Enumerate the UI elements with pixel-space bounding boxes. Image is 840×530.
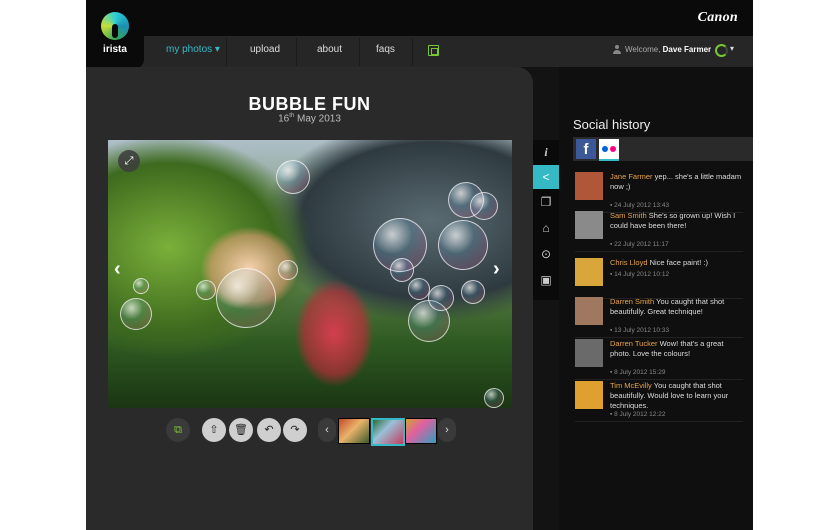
entry-author[interactable]: Darren Smith bbox=[610, 297, 654, 306]
bubble bbox=[428, 285, 454, 311]
bubble bbox=[196, 280, 216, 300]
avatar bbox=[575, 172, 603, 200]
welcome-prefix: Welcome, bbox=[625, 45, 661, 54]
facebook-icon[interactable]: f bbox=[576, 139, 596, 159]
gallery-icon[interactable] bbox=[428, 45, 439, 56]
entry-date-text: 8 July 2012 12:22 bbox=[614, 411, 666, 418]
social-history-title: Social history bbox=[573, 117, 651, 132]
filmstrip-thumb[interactable] bbox=[405, 418, 437, 444]
bubble bbox=[470, 192, 498, 220]
logo-text: irista bbox=[103, 44, 127, 55]
nav-divider bbox=[359, 38, 360, 66]
album-date: 16th May 2013 bbox=[86, 113, 533, 124]
nav-faqs[interactable]: faqs bbox=[376, 44, 395, 55]
bubble bbox=[484, 388, 504, 408]
entry-text: Jane Farmer yep... she's a little madam … bbox=[610, 172, 742, 192]
entry-text: Tim McEvilly You caught that shot beauti… bbox=[610, 381, 742, 411]
entry-date-text: 22 July 2012 11:17 bbox=[614, 241, 669, 248]
entry-author[interactable]: Chris Lloyd bbox=[610, 258, 648, 267]
entry-date: ▪ 14 July 2012 10:12 bbox=[610, 271, 669, 278]
entry-text: Darren Smith You caught that shot beauti… bbox=[610, 297, 742, 317]
bubble bbox=[408, 278, 430, 300]
bubble bbox=[120, 298, 152, 330]
entry-date: ▪ 24 July 2012 13:43 bbox=[610, 202, 669, 209]
entry-author[interactable]: Tim McEvilly bbox=[610, 381, 652, 390]
social-entry[interactable]: Jane Farmer yep... she's a little madam … bbox=[575, 172, 743, 213]
avatar bbox=[575, 211, 603, 239]
social-entry[interactable]: Darren Smith You caught that shot beauti… bbox=[575, 297, 743, 338]
copy-icon[interactable]: ❐ bbox=[533, 190, 559, 214]
delete-button[interactable]: 🗑 bbox=[229, 418, 253, 442]
social-entry[interactable]: Sam Smith She's so grown up! Wish I coul… bbox=[575, 211, 743, 252]
nav-upload[interactable]: upload bbox=[250, 44, 280, 55]
entry-date: ▪ 22 July 2012 11:17 bbox=[610, 241, 669, 248]
nav-divider bbox=[296, 38, 297, 66]
fullscreen-button[interactable]: ⤢ bbox=[118, 150, 140, 172]
welcome-text[interactable]: Welcome, Dave Farmer bbox=[625, 45, 711, 54]
upload-button[interactable]: ⇧ bbox=[202, 418, 226, 442]
entry-date: ▪ 8 July 2012 15:29 bbox=[610, 369, 665, 376]
canon-logo: Canon bbox=[697, 10, 738, 25]
entry-text: Darren Tucker Wow! that's a great photo.… bbox=[610, 339, 742, 359]
bubble bbox=[278, 260, 298, 280]
logo[interactable]: irista bbox=[86, 0, 144, 69]
rotate-right-button[interactable]: ↷ bbox=[283, 418, 307, 442]
entry-author[interactable]: Darren Tucker bbox=[610, 339, 658, 348]
nav-about[interactable]: about bbox=[317, 44, 342, 55]
next-photo-button[interactable]: › bbox=[493, 258, 500, 281]
bubble bbox=[461, 280, 485, 304]
bubble bbox=[276, 160, 310, 194]
entry-date: ▪ 13 July 2012 10:33 bbox=[610, 327, 669, 334]
entry-author[interactable]: Sam Smith bbox=[610, 211, 647, 220]
info-icon[interactable]: i bbox=[533, 140, 559, 164]
social-entry[interactable]: Chris Lloyd Nice face paint! :) ▪ 14 July… bbox=[575, 258, 743, 299]
storage-progress-icon bbox=[715, 44, 728, 57]
nav-divider bbox=[412, 38, 413, 66]
chevron-down-icon[interactable]: ▾ bbox=[730, 44, 734, 53]
avatar bbox=[575, 258, 603, 286]
entry-date-text: 14 July 2012 10:12 bbox=[614, 271, 670, 278]
user-name: Dave Farmer bbox=[662, 45, 712, 54]
previous-photo-button[interactable]: ‹ bbox=[114, 258, 121, 281]
entry-message: Nice face paint! :) bbox=[647, 258, 708, 267]
entry-date-text: 8 July 2012 15:29 bbox=[614, 369, 666, 376]
tag-icon[interactable]: ⌂ bbox=[533, 216, 559, 240]
bubble bbox=[390, 258, 414, 282]
avatar bbox=[575, 297, 603, 325]
nav-my-photos[interactable]: my photos ▾ bbox=[166, 44, 220, 55]
entry-date: ▪ 8 July 2012 12:22 bbox=[610, 411, 665, 418]
bubble bbox=[216, 268, 276, 328]
avatar bbox=[575, 339, 603, 367]
entry-date-text: 13 July 2012 10:33 bbox=[614, 327, 670, 334]
entry-text: Chris Lloyd Nice face paint! :) bbox=[610, 258, 742, 268]
bubble bbox=[438, 220, 488, 270]
app-window: irista Canon my photos ▾ upload about fa… bbox=[86, 0, 753, 530]
avatar bbox=[575, 381, 603, 409]
entry-text: Sam Smith She's so grown up! Wish I coul… bbox=[610, 211, 742, 231]
date-day: 16 bbox=[278, 113, 290, 125]
location-icon[interactable]: ⊙ bbox=[533, 242, 559, 266]
filmstrip-thumb-selected[interactable] bbox=[371, 418, 405, 446]
filmstrip-next-button[interactable]: › bbox=[438, 418, 456, 442]
album-title: BUBBLE FUN bbox=[248, 94, 371, 114]
brand-bar bbox=[86, 0, 753, 36]
album-icon[interactable]: ▣ bbox=[533, 268, 559, 292]
main-photo[interactable]: ⤢ bbox=[108, 140, 512, 408]
filmstrip-prev-button[interactable]: ‹ bbox=[318, 418, 336, 442]
irista-logo-icon bbox=[101, 12, 129, 40]
gallery-view-button[interactable]: ⧉ bbox=[166, 418, 190, 442]
social-entry[interactable]: Darren Tucker Wow! that's a great photo.… bbox=[575, 339, 743, 380]
user-icon bbox=[613, 45, 621, 54]
bubble bbox=[133, 278, 149, 294]
flickr-icon[interactable] bbox=[599, 139, 619, 161]
entry-author[interactable]: Jane Farmer bbox=[610, 172, 653, 181]
nav-divider bbox=[226, 38, 227, 66]
filmstrip-thumb[interactable] bbox=[338, 418, 370, 444]
entry-date-text: 24 July 2012 13:43 bbox=[614, 202, 670, 209]
date-rest: May 2013 bbox=[294, 113, 341, 125]
social-entry[interactable]: Tim McEvilly You caught that shot beauti… bbox=[575, 381, 743, 422]
share-icon[interactable]: < bbox=[533, 165, 559, 189]
rotate-left-button[interactable]: ↶ bbox=[257, 418, 281, 442]
